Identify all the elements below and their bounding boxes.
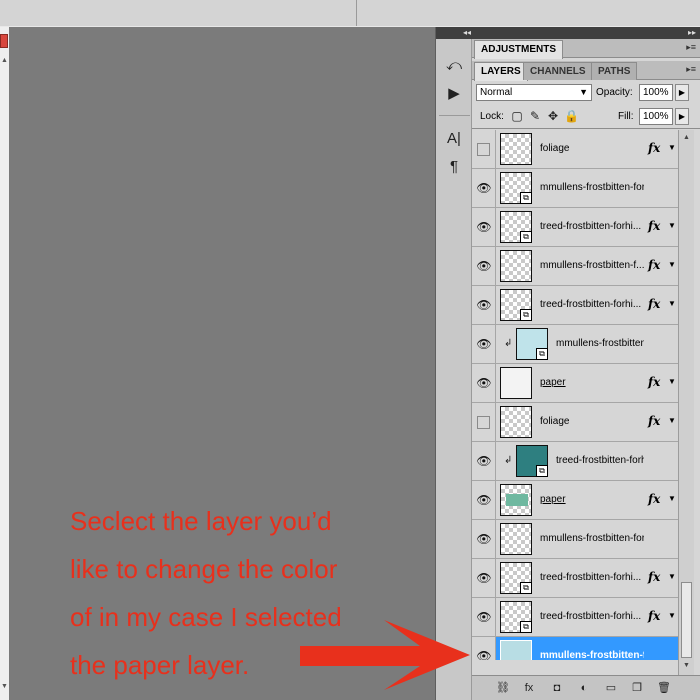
annotation-arrow-shape — [300, 620, 470, 690]
annotation-arrow — [300, 620, 470, 690]
photoshop-window: ▲ ▼ ◂◂ ⤺ ▶ A| ¶ ▸▸ ADJUSTMENTS ▸≡ LAYERS CH… — [0, 0, 700, 700]
